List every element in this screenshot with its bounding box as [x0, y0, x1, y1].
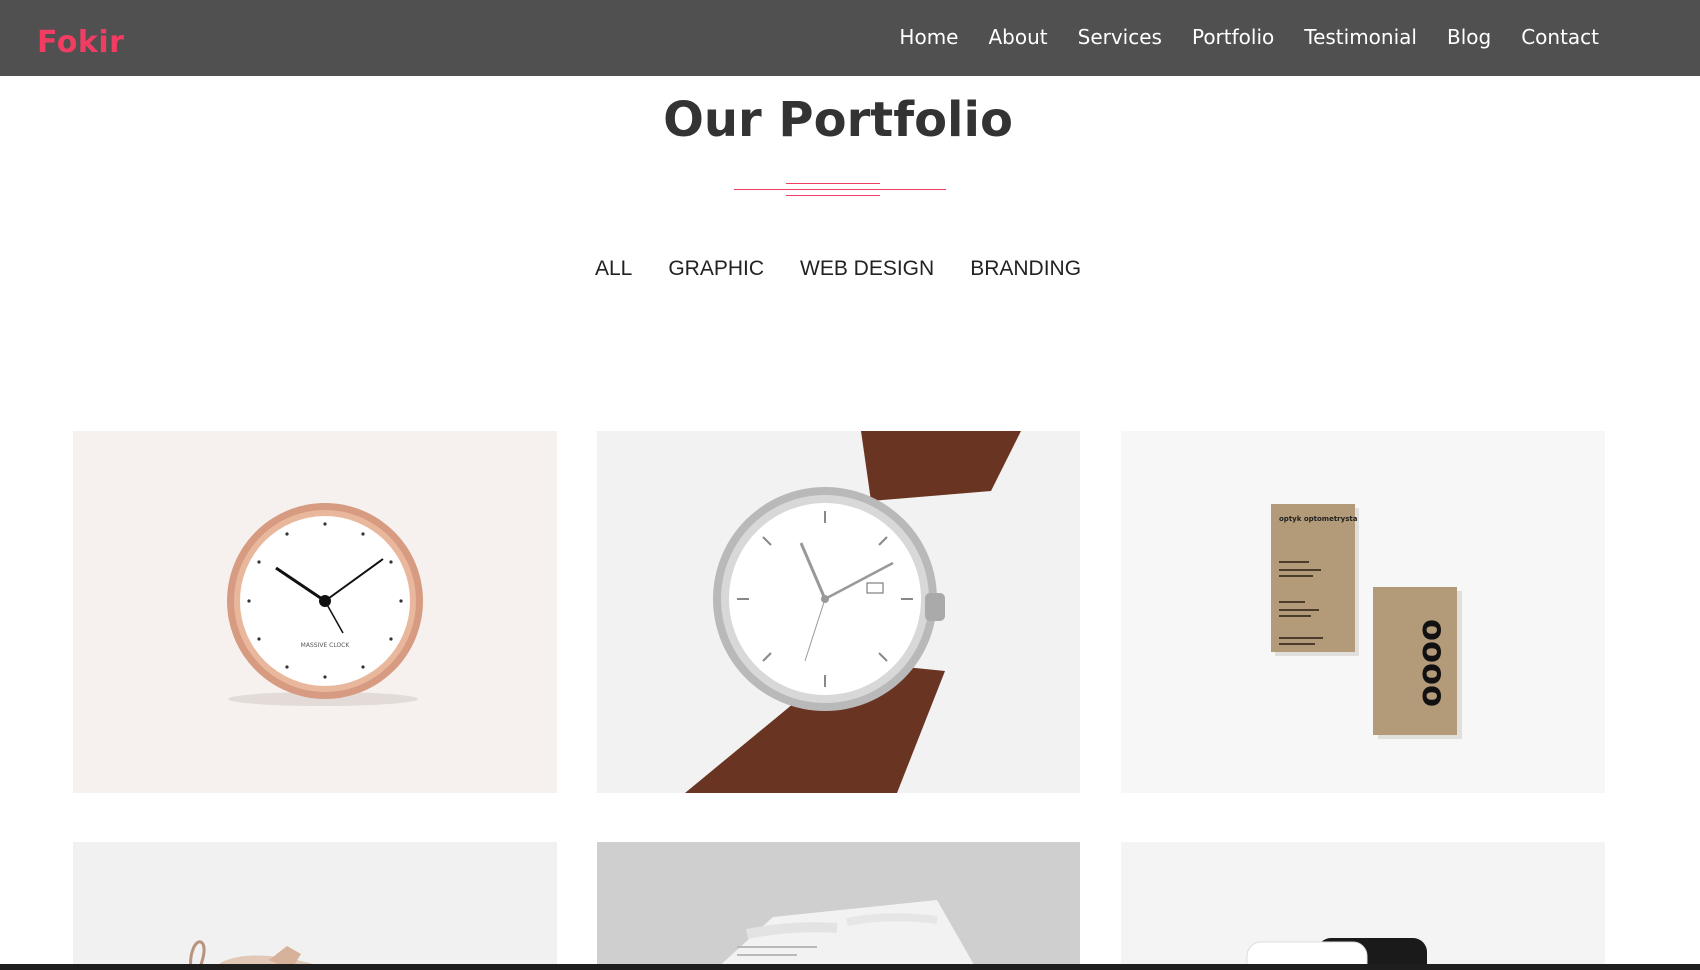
wristwatch-image: [685, 431, 1021, 793]
portfolio-item-shoe[interactable]: [73, 842, 557, 970]
navbar: Fokir Home About Services Portfolio Test…: [0, 0, 1700, 76]
portfolio-item-business-cards[interactable]: optyk optometrysta oooo: [1121, 431, 1605, 793]
portfolio-item-clock[interactable]: MASSIVE CLOCK: [73, 431, 557, 793]
nav-portfolio[interactable]: Portfolio: [1177, 24, 1289, 50]
shoe-image: [189, 940, 323, 970]
main-nav: Home About Services Portfolio Testimonia…: [884, 24, 1614, 50]
filter-all[interactable]: ALL: [595, 257, 632, 281]
nav-testimonial[interactable]: Testimonial: [1289, 24, 1432, 50]
nav-blog[interactable]: Blog: [1432, 24, 1506, 50]
filter-graphic[interactable]: GRAPHIC: [668, 257, 764, 281]
arabic-business-card-image: [715, 900, 977, 970]
device-image: [1246, 938, 1427, 970]
card-heading: optyk optometrysta: [1279, 515, 1358, 523]
filter-web-design[interactable]: WEB DESIGN: [800, 257, 934, 281]
nav-services[interactable]: Services: [1063, 24, 1177, 50]
portfolio-item-watch[interactable]: [597, 431, 1080, 793]
copper-clock-image: MASSIVE CLOCK: [227, 503, 423, 706]
card-logo: oooo: [1415, 619, 1453, 707]
clock-brand-label: MASSIVE CLOCK: [301, 642, 351, 649]
portfolio-item-arabic-card[interactable]: [597, 842, 1080, 970]
business-cards-image: optyk optometrysta oooo: [1271, 504, 1462, 739]
portfolio-filters: ALL GRAPHIC WEB DESIGN BRANDING: [0, 257, 1676, 281]
filter-branding[interactable]: BRANDING: [970, 257, 1081, 281]
section-title: Our Portfolio: [663, 92, 1013, 148]
nav-home[interactable]: Home: [884, 24, 973, 50]
nav-contact[interactable]: Contact: [1506, 24, 1614, 50]
nav-about[interactable]: About: [973, 24, 1062, 50]
window-bottom-edge: [0, 964, 1700, 970]
site-logo[interactable]: Fokir: [37, 25, 124, 60]
portfolio-item-device[interactable]: [1121, 842, 1605, 970]
title-divider: [734, 182, 946, 198]
